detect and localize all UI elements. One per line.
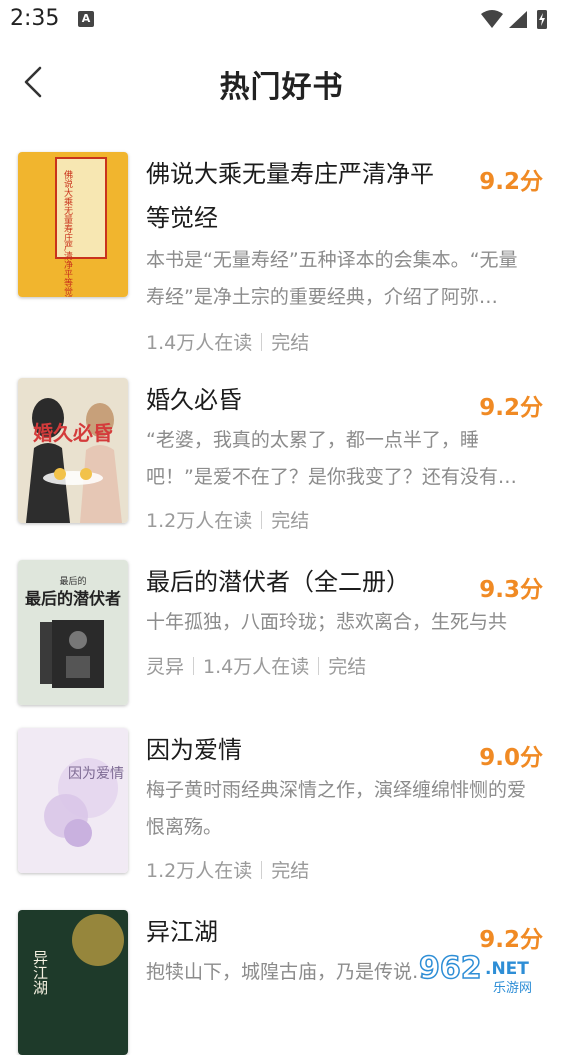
divider — [318, 657, 320, 675]
divider — [261, 511, 263, 529]
book-title[interactable]: 异江湖 — [146, 910, 456, 954]
book-desc: 十年孤独，八面玲珑；悲欢离合，生死与共 — [146, 611, 508, 633]
book-cover[interactable]: 因为爱情 — [18, 728, 128, 873]
svg-text:.NET: .NET — [485, 959, 529, 979]
book-score: 9.2分 — [479, 169, 543, 195]
status-icons — [479, 8, 551, 36]
wifi-icon — [481, 10, 503, 28]
divider — [261, 861, 263, 879]
cover-title-text: 最后的潜伏者 — [25, 589, 121, 608]
book-meta: 1.2万人在读 完结 — [146, 856, 309, 883]
book-title[interactable]: 婚久必昏 — [146, 378, 456, 422]
cover-title-text: 异江湖 — [31, 950, 49, 996]
divider — [261, 333, 263, 351]
book-desc: “老婆，我真的太累了，都一点半了，睡吧！”是爱不在了？是你我变了？还有没有… — [146, 429, 517, 488]
book-cover[interactable]: 异江湖 — [18, 910, 128, 1055]
book-status: 完结 — [328, 656, 367, 678]
book-meta: 灵异 1.4万人在读 完结 — [146, 652, 366, 679]
cover-title-text: 婚久必昏 — [33, 421, 113, 445]
readers-count: 1.2万人在读 — [146, 860, 253, 882]
svg-text:乐游网: 乐游网 — [493, 981, 532, 996]
book-status: 完结 — [271, 332, 310, 354]
notification-icon: A — [78, 11, 94, 27]
book-title[interactable]: 最后的潜伏者（全二册） — [146, 560, 456, 604]
header: 热门好书 — [0, 40, 563, 124]
status-time: 2:35 — [10, 6, 60, 31]
book-desc: 本书是“无量寿经”五种译本的会集本。“无量寿经”是净土宗的重要经典，介绍了阿弥… — [146, 249, 518, 308]
watermark-logo: 962 .NET 乐游网 — [417, 948, 557, 998]
book-cover[interactable]: 最后的 最后的潜伏者 — [18, 560, 128, 705]
book-score: 9.2分 — [479, 395, 543, 421]
book-status: 完结 — [271, 510, 310, 532]
book-item[interactable]: 佛说大乘无量寿庄严清净平等觉经 佛说大乘无量寿庄严清净平等觉经 9.2分 本书是… — [0, 152, 563, 354]
book-score: 9.3分 — [479, 577, 543, 603]
cover-title-text: 因为爱情 — [68, 766, 124, 782]
book-meta: 1.4万人在读 完结 — [146, 328, 309, 355]
book-title[interactable]: 佛说大乘无量寿庄严清净平等觉经 — [146, 152, 456, 240]
svg-text:最后的: 最后的 — [59, 575, 86, 587]
signal-icon — [509, 11, 527, 28]
book-meta: 1.2万人在读 完结 — [146, 506, 309, 533]
readers-count: 1.4万人在读 — [146, 332, 253, 354]
book-genre: 灵异 — [146, 656, 185, 678]
book-item[interactable]: 婚久必昏 婚久必昏 9.2分 “老婆，我真的太累了，都一点半了，睡吧！”是爱不在… — [0, 378, 563, 532]
book-item[interactable]: 因为爱情 因为爱情 9.0分 梅子黄时雨经典深情之作，演绎缠绵悱恻的爱恨离殇。 … — [0, 728, 563, 882]
readers-count: 1.2万人在读 — [146, 510, 253, 532]
divider — [193, 657, 195, 675]
readers-count: 1.4万人在读 — [203, 656, 310, 678]
page-title: 热门好书 — [219, 70, 344, 105]
svg-text:962: 962 — [419, 951, 482, 986]
book-desc: 梅子黄时雨经典深情之作，演绎缠绵悱恻的爱恨离殇。 — [146, 779, 527, 838]
book-score: 9.0分 — [479, 745, 543, 771]
book-title[interactable]: 因为爱情 — [146, 728, 456, 772]
book-cover[interactable]: 婚久必昏 — [18, 378, 128, 523]
book-item[interactable]: 最后的 最后的潜伏者 最后的潜伏者（全二册） 9.3分 十年孤独，八面玲珑；悲欢… — [0, 560, 563, 710]
book-status: 完结 — [271, 860, 310, 882]
status-bar: 2:35 A — [0, 0, 563, 40]
cover-title-text: 佛说大乘无量寿庄严清净平等觉经 — [62, 169, 73, 297]
book-cover[interactable]: 佛说大乘无量寿庄严清净平等觉经 — [18, 152, 128, 297]
